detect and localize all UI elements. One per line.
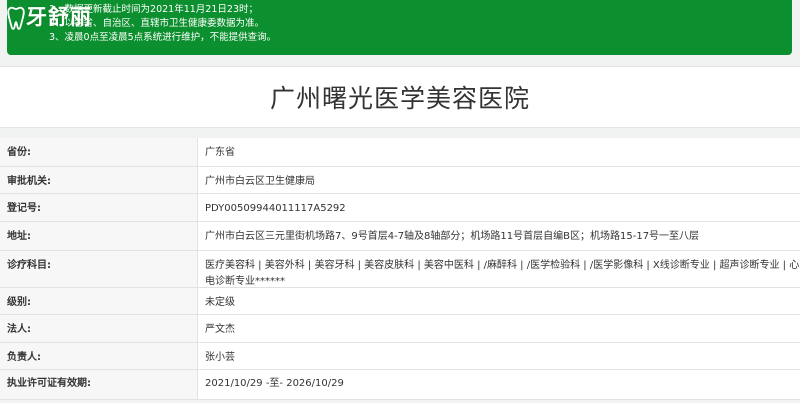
notice-line-1: 1、数据更新截止时间为2021年11月21日23时； — [49, 4, 258, 15]
row-approval-authority: 审批机关: 广州市白云区卫生健康局 — [0, 167, 800, 194]
row-departments: 诊疗科目: 医疗美容科 | 美容外科 | 美容牙科 | 美容皮肤科 | 美容中医… — [0, 251, 800, 288]
field-value: 严文杰 — [205, 324, 235, 335]
row-registration-number: 登记号: PDY00509944011117A5292 — [0, 194, 800, 222]
notice-line-3: 3、凌晨0点至凌晨5点系统进行维护，不能提供查询。 — [49, 32, 277, 43]
field-value: 医疗美容科 | 美容外科 | 美容牙科 | 美容皮肤科 | 美容中医科 | /麻… — [205, 260, 800, 287]
field-label: 地址: — [0, 222, 198, 250]
field-value: 未定级 — [205, 297, 235, 308]
field-label: 登记号: — [0, 194, 198, 221]
field-value: 广东省 — [205, 147, 235, 158]
row-license-validity: 执业许可证有效期: 2021/10/29 -至- 2026/10/29 — [0, 370, 800, 400]
info-table: 省份: 广东省 审批机关: 广州市白云区卫生健康局 登记号: PDY005099… — [0, 138, 800, 400]
field-label: 法人: — [0, 315, 198, 342]
field-label: 诊疗科目: — [0, 251, 198, 287]
row-province: 省份: 广东省 — [0, 138, 800, 167]
logo-text: 牙舒丽 — [26, 5, 92, 29]
field-value: 广州市白云区卫生健康局 — [205, 176, 315, 187]
field-label: 级别: — [0, 288, 198, 314]
hospital-title-box: 广州曙光医学美容医院 — [0, 66, 800, 128]
watermark-logo: 牙舒丽 — [6, 2, 126, 32]
field-label: 执业许可证有效期: — [0, 370, 198, 399]
tooth-icon — [7, 6, 25, 30]
field-label: 审批机关: — [0, 167, 198, 193]
row-level: 级别: 未定级 — [0, 288, 800, 315]
field-label: 省份: — [0, 138, 198, 166]
field-value: PDY00509944011117A5292 — [205, 203, 346, 214]
hospital-name: 广州曙光医学美容医院 — [269, 84, 530, 113]
row-person-in-charge: 负责人: 张小芸 — [0, 343, 800, 370]
row-legal-person: 法人: 严文杰 — [0, 315, 800, 343]
field-value: 张小芸 — [205, 352, 235, 363]
notice-line-2: 2、以各省、自治区、直辖市卫生健康委数据为准。 — [49, 18, 265, 29]
field-value: 广州市白云区三元里街机场路7、9号首层4-7轴及8轴部分；机场路11号首层自编B… — [205, 231, 700, 242]
field-label: 负责人: — [0, 343, 198, 369]
row-address: 地址: 广州市白云区三元里街机场路7、9号首层4-7轴及8轴部分；机场路11号首… — [0, 222, 800, 251]
field-value: 2021/10/29 -至- 2026/10/29 — [205, 378, 344, 389]
